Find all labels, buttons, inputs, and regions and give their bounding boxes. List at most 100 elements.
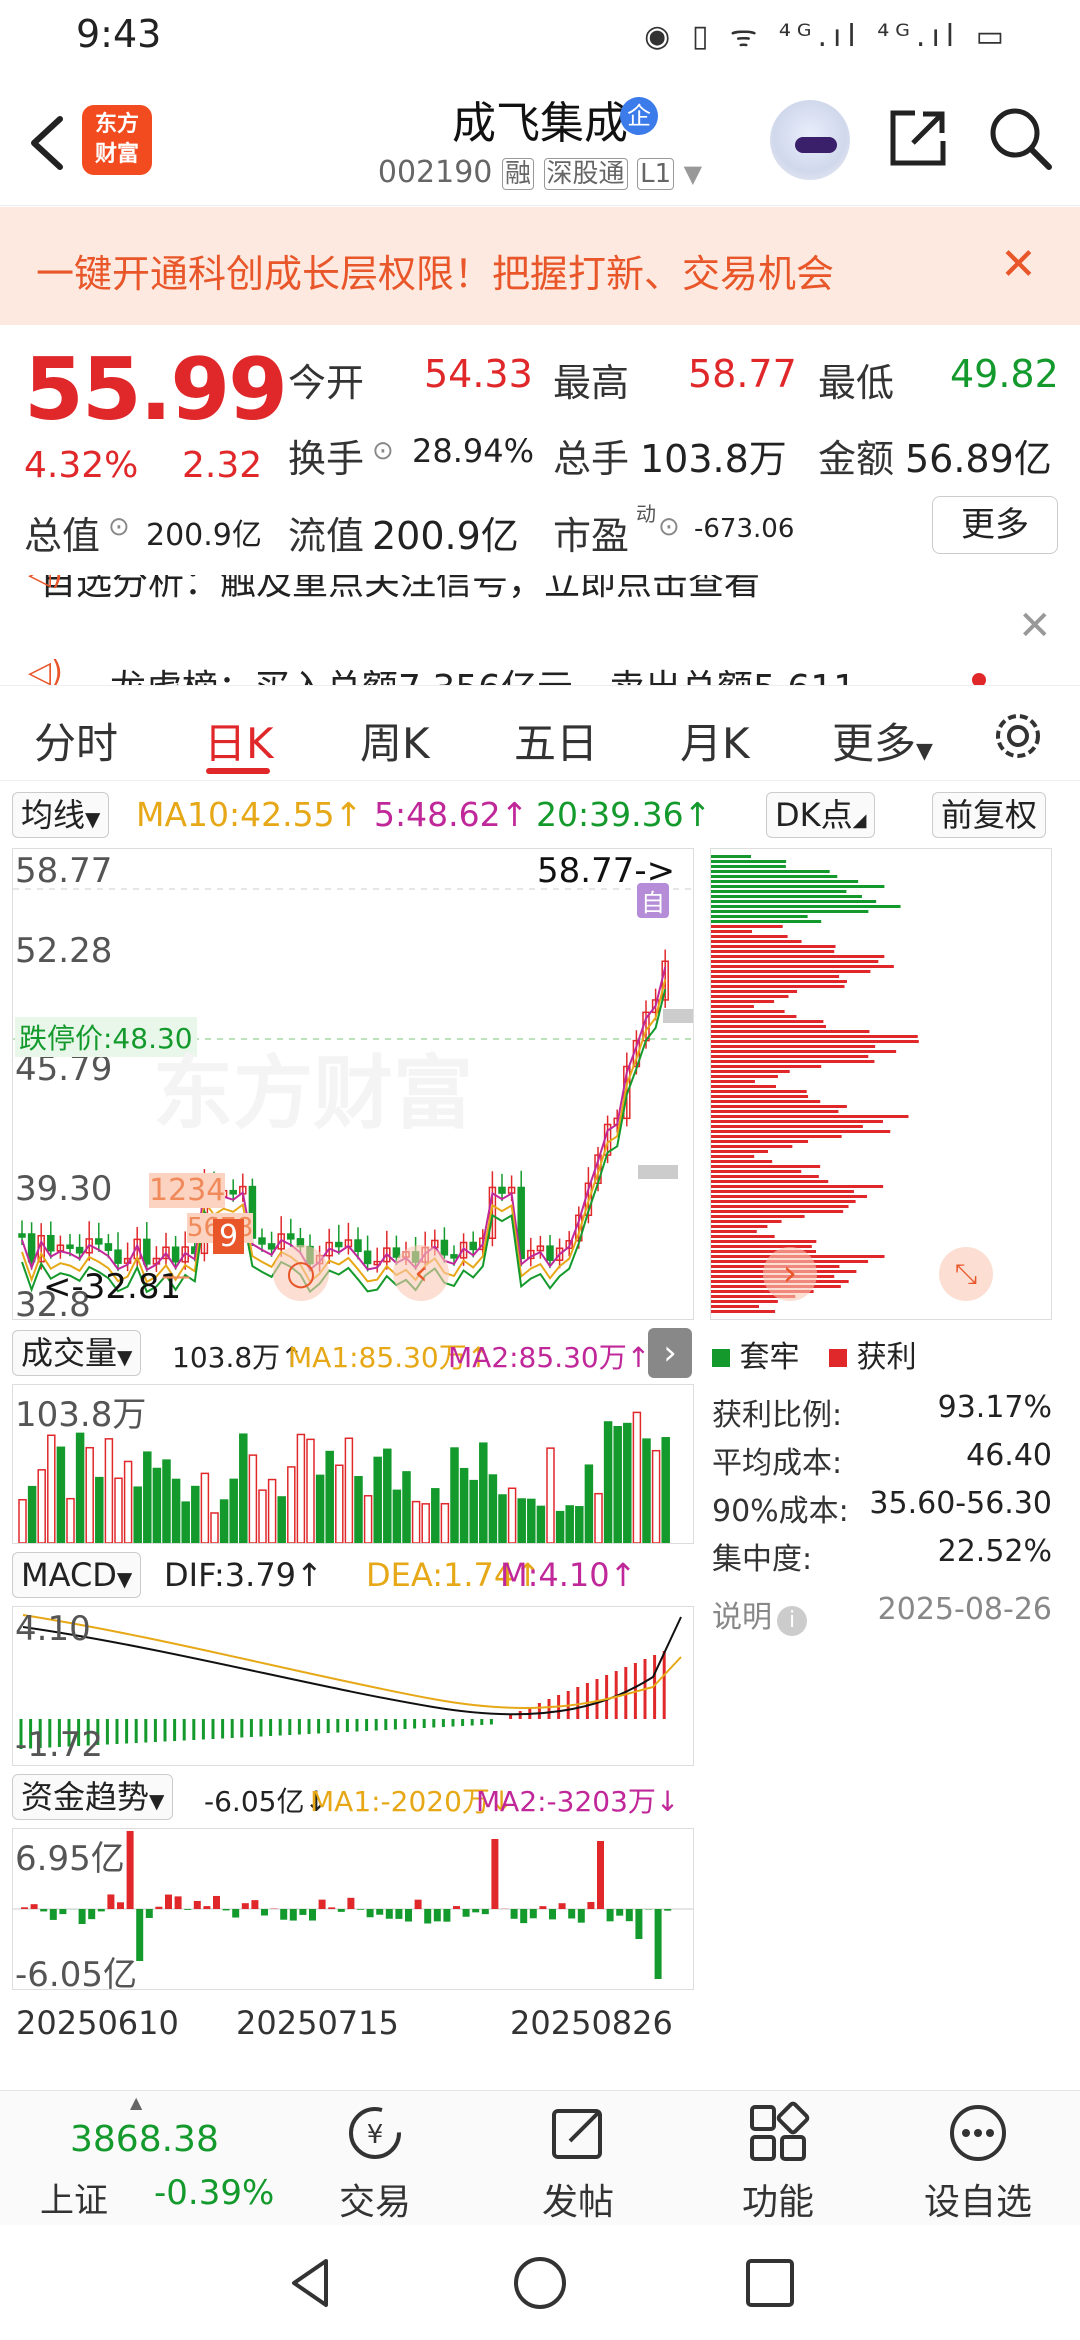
fund-bar bbox=[78, 1909, 86, 1924]
magnify-hint-icon[interactable]: ○ bbox=[273, 1245, 329, 1301]
info-icon[interactable]: ⊙ bbox=[658, 512, 680, 542]
fund-bar bbox=[385, 1909, 393, 1919]
info-icon[interactable]: ⊙ bbox=[108, 512, 130, 542]
close-icon[interactable]: ✕ bbox=[1000, 239, 1037, 290]
back-triangle-icon[interactable] bbox=[280, 2253, 340, 2313]
tab-five-day[interactable]: 五日 bbox=[514, 710, 598, 771]
chip-bar bbox=[711, 1095, 809, 1098]
home-circle-icon[interactable] bbox=[510, 2253, 570, 2313]
nav-trade[interactable]: ¥ 交易 bbox=[315, 2101, 435, 2225]
candle-body bbox=[498, 1186, 506, 1194]
candle-body bbox=[114, 1249, 122, 1264]
fund-bar bbox=[222, 1909, 230, 1911]
info-icon[interactable]: ⊙ bbox=[372, 436, 394, 466]
fund-bar bbox=[30, 1904, 38, 1909]
close-icon[interactable]: ✕ bbox=[1018, 603, 1052, 649]
nav-functions[interactable]: 功能 bbox=[718, 2101, 838, 2225]
fund-bar bbox=[472, 1909, 480, 1913]
macd-chart[interactable]: 4.10 -1.72 bbox=[12, 1606, 694, 1766]
tab-intraday[interactable]: 分时 bbox=[34, 710, 118, 771]
volume-value: 103.8万 bbox=[640, 437, 787, 481]
tab-more-label: 更多 bbox=[832, 719, 917, 768]
chip-bar bbox=[711, 985, 845, 988]
fund-bar bbox=[366, 1909, 374, 1918]
stat-value: 46.40 bbox=[966, 1438, 1052, 1473]
chip-bar bbox=[711, 960, 879, 963]
chip-note-row[interactable]: 说明 i 2025-08-26 bbox=[712, 1592, 1052, 1640]
fund-bar bbox=[568, 1909, 576, 1919]
date-label: 20250826 bbox=[510, 2004, 673, 2042]
chevron-right-icon[interactable]: › bbox=[648, 1328, 692, 1378]
watermark: 东方财富 bbox=[153, 1047, 473, 1140]
index-value: 3868.38 bbox=[70, 2119, 219, 2160]
ma-selector[interactable]: 均线▼ bbox=[12, 792, 110, 838]
volume-bar bbox=[191, 1485, 200, 1544]
dk-point-selector[interactable]: DK点◢ bbox=[766, 792, 876, 838]
dropdown-icon: ▼ bbox=[149, 1789, 165, 1813]
settings-button[interactable] bbox=[990, 708, 1046, 768]
chip-bar bbox=[711, 1050, 897, 1053]
volume-chart[interactable]: 103.8万 bbox=[12, 1384, 694, 1544]
corner-icon: ◢ bbox=[852, 810, 867, 831]
volume-bar bbox=[632, 1411, 642, 1544]
promo-banner[interactable]: 一键开通科创成长层权限！把握打新、交易机会 ✕ bbox=[0, 207, 1080, 325]
chip-bar bbox=[711, 1170, 802, 1173]
fund-bar bbox=[145, 1909, 153, 1918]
tab-more[interactable]: 更多▼ bbox=[832, 710, 933, 771]
chip-bar bbox=[711, 1210, 844, 1213]
ma20-value: 20:39.36↑ bbox=[536, 795, 712, 834]
tab-monthly[interactable]: 月K bbox=[680, 710, 750, 771]
y-label: 52.28 bbox=[15, 931, 113, 971]
chip-stat-row: 获利比例: 93.17% bbox=[712, 1390, 1052, 1438]
tab-daily[interactable]: 日K bbox=[204, 710, 274, 771]
chip-bar bbox=[711, 1145, 793, 1148]
chip-distribution-chart[interactable]: › ⤡ bbox=[710, 848, 1052, 1320]
news-ticker[interactable]: 自选分析：触及重点关注信号，立即点击查看 ◁) ◁) 龙虎榜：买入总额7.356… bbox=[0, 575, 1080, 686]
stat-label: 集中度: bbox=[712, 1542, 813, 1577]
volume-bar bbox=[37, 1469, 46, 1544]
expand-icon[interactable]: ⤡ bbox=[939, 1247, 993, 1301]
volume-bar bbox=[18, 1499, 27, 1544]
candle-body bbox=[354, 1239, 362, 1253]
mktcap-label: 总值 bbox=[24, 514, 101, 558]
nav-add-watchlist[interactable]: 设自选 bbox=[918, 2101, 1038, 2225]
chip-bar bbox=[711, 1000, 775, 1003]
fund-trend-chart[interactable]: 6.95亿 -6.05亿 bbox=[12, 1828, 694, 1995]
macd-selector[interactable]: MACD▼ bbox=[12, 1552, 142, 1598]
fund-bar bbox=[625, 1909, 633, 1922]
fund-bar bbox=[232, 1909, 240, 1918]
kline-chart[interactable]: 58.77 52.28 45.79 39.30 32.8 58.77-> <-3… bbox=[12, 848, 694, 1325]
tab-weekly[interactable]: 周K bbox=[360, 710, 430, 771]
volume-bar bbox=[594, 1492, 603, 1544]
fund-bar bbox=[59, 1909, 67, 1915]
adjust-selector[interactable]: 前复权 bbox=[932, 792, 1047, 838]
volume-selector[interactable]: 成交量▼ bbox=[12, 1330, 142, 1376]
chevron-right-icon[interactable]: › bbox=[763, 1247, 817, 1301]
volume-bar bbox=[123, 1460, 133, 1544]
chip-bar bbox=[711, 1205, 849, 1208]
share-button[interactable] bbox=[885, 105, 951, 171]
chip-bar bbox=[711, 915, 808, 918]
volume-bar bbox=[488, 1474, 498, 1544]
fund-selector[interactable]: 资金趋势▼ bbox=[12, 1774, 174, 1820]
recents-square-icon[interactable] bbox=[740, 2253, 800, 2313]
chip-bar bbox=[711, 1195, 868, 1198]
nav-post[interactable]: 发帖 bbox=[518, 2101, 638, 2225]
fund-bar bbox=[491, 1839, 499, 1909]
more-quote-button[interactable]: 更多 bbox=[932, 496, 1058, 554]
nav-label: 发帖 bbox=[541, 2182, 614, 2223]
chip-bar bbox=[711, 965, 894, 968]
fund-bar bbox=[414, 1899, 422, 1909]
fund-bar bbox=[289, 1909, 297, 1921]
chip-bar bbox=[711, 1070, 790, 1073]
chip-bar bbox=[711, 885, 885, 888]
open-label: 今开 bbox=[288, 361, 365, 405]
chip-bar bbox=[711, 1165, 821, 1168]
fund-bar bbox=[405, 1909, 412, 1922]
chevron-left-icon[interactable]: ‹ bbox=[393, 1245, 449, 1301]
chip-bar bbox=[711, 1110, 839, 1113]
legend-swatch-green bbox=[712, 1349, 730, 1367]
volume-bar bbox=[546, 1447, 555, 1544]
fund-bar bbox=[251, 1900, 259, 1909]
search-button[interactable] bbox=[985, 103, 1055, 173]
